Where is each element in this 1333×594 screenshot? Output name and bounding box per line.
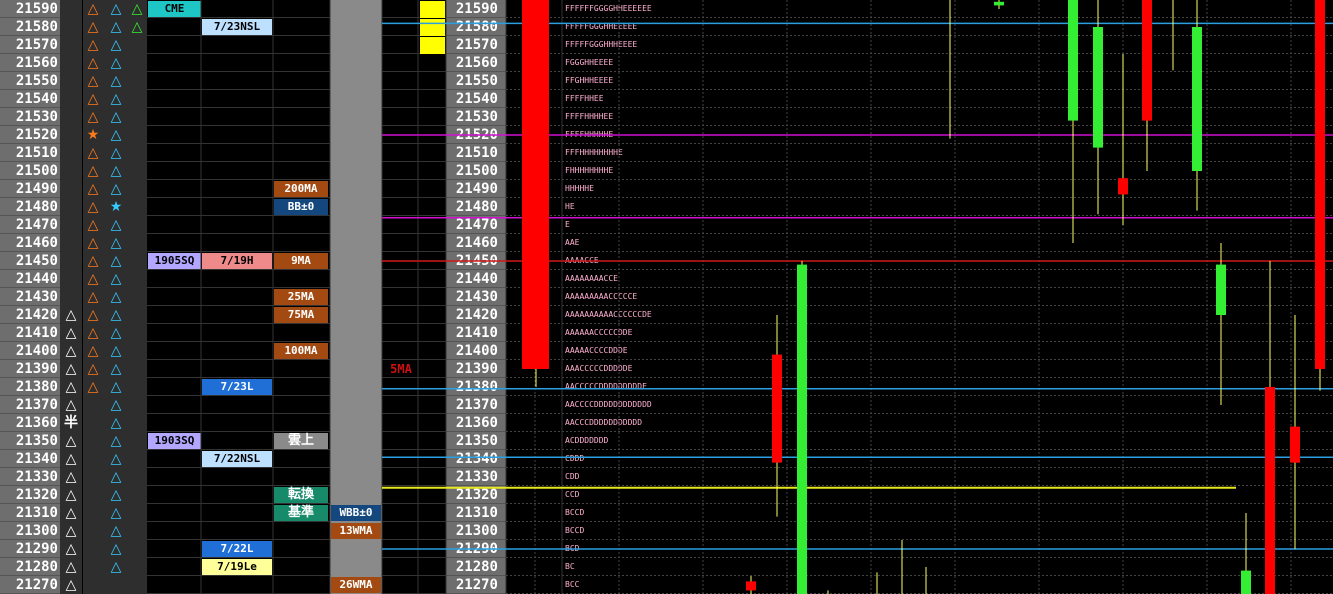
candle-body — [1068, 0, 1078, 121]
candle-body — [1093, 27, 1103, 148]
volume-bar — [420, 37, 445, 54]
candle-body — [1118, 178, 1128, 195]
candle-body — [746, 581, 756, 591]
candle-body — [1216, 264, 1226, 315]
candle-body — [1315, 0, 1325, 369]
candle-body — [1142, 0, 1152, 121]
candle-body — [1290, 426, 1300, 463]
candle-body — [1192, 27, 1202, 171]
big-candle-body — [522, 0, 549, 369]
candle-body — [772, 354, 782, 463]
candle-body — [797, 264, 807, 594]
volume-bar — [420, 19, 445, 36]
volume-bar — [420, 1, 445, 18]
candle-body — [1241, 570, 1251, 594]
candle-body — [994, 1, 1004, 6]
candle-body — [1265, 387, 1275, 594]
candlestick-plot — [0, 0, 1333, 594]
